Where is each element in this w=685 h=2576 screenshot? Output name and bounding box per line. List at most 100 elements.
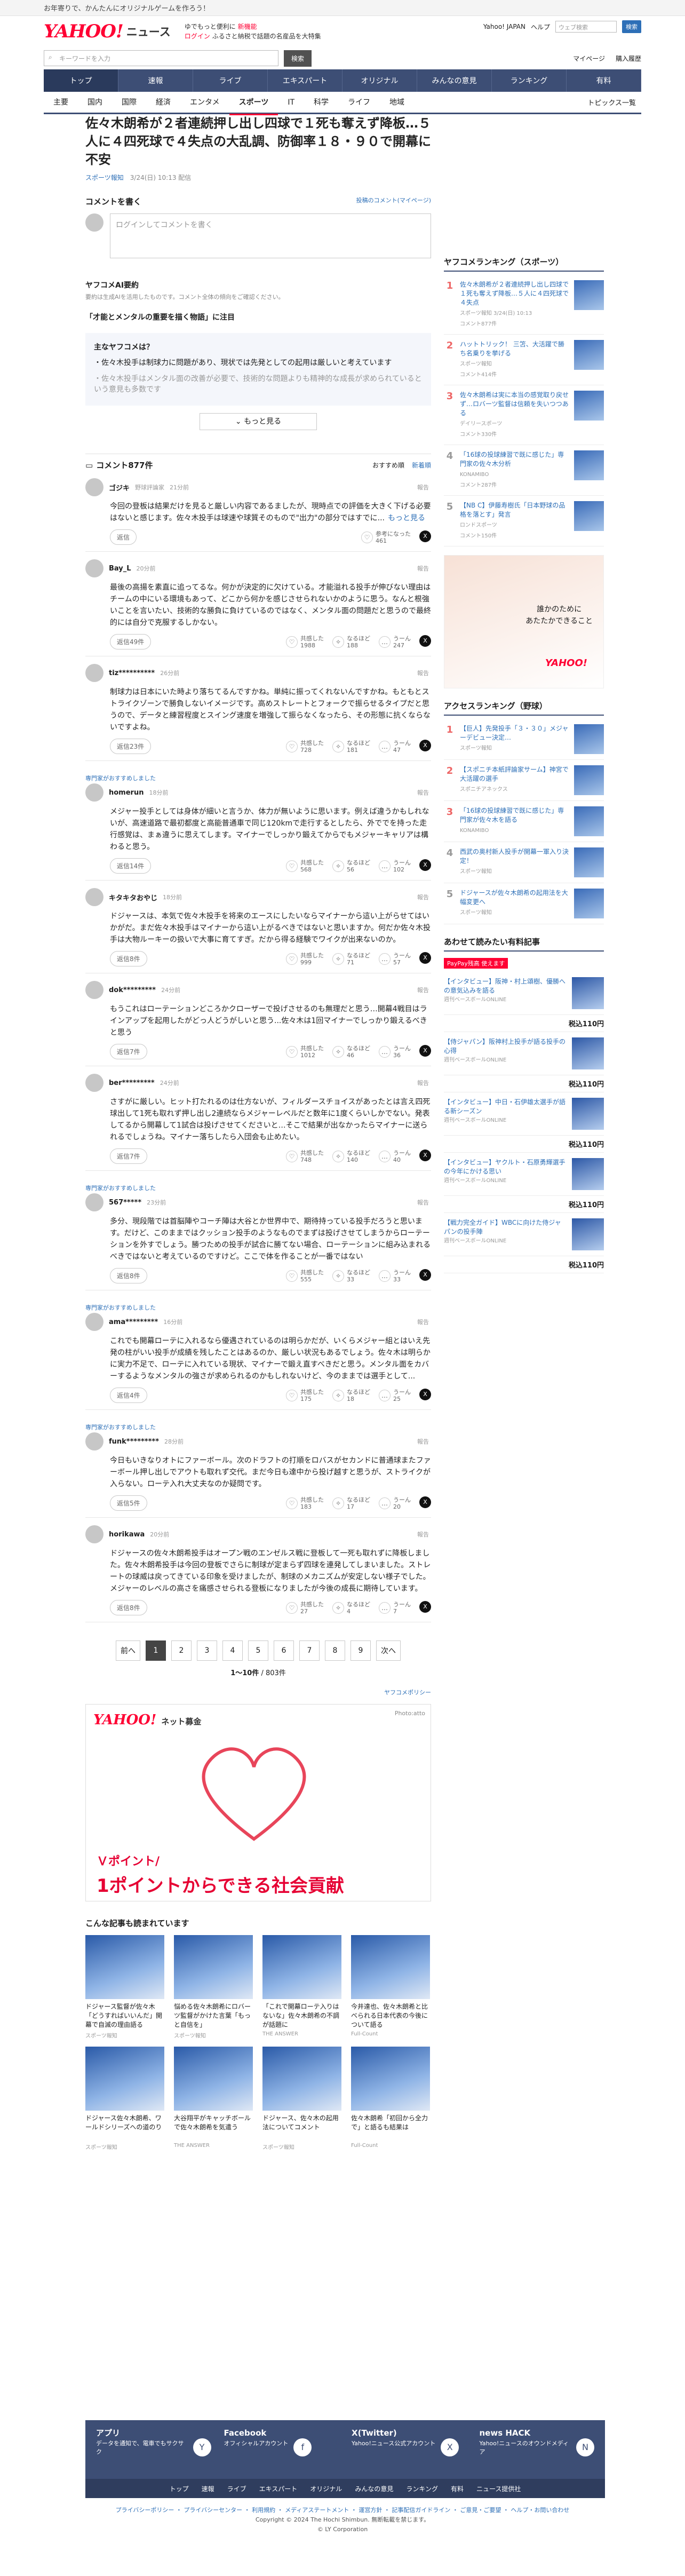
- vote-button[interactable]: ✧ なるほど 18: [332, 1389, 370, 1402]
- vote-button[interactable]: ♡ 共感した 183: [286, 1496, 324, 1510]
- vote-button[interactable]: … うーん 57: [379, 952, 411, 966]
- header-search-button[interactable]: 検索: [622, 20, 641, 33]
- commenter-name[interactable]: horikawa: [109, 1531, 145, 1539]
- footer-nav-item[interactable]: ライブ: [227, 2484, 246, 2493]
- x-share-icon[interactable]: X: [419, 1269, 431, 1281]
- recommended-article[interactable]: ドジャース佐々木朗希、ワールドシリーズへの道のり スポーツ報知: [85, 2047, 164, 2151]
- cat-science[interactable]: 科学: [304, 91, 338, 114]
- nav-expert[interactable]: エキスパート: [268, 69, 342, 92]
- paid-article[interactable]: 【戦力完全ガイド】WBCに向けた侍ジャパンの投手陣 週刊ベースボールONLINE: [444, 1213, 604, 1256]
- cat-domestic[interactable]: 国内: [78, 91, 112, 114]
- x-share-icon[interactable]: X: [419, 952, 431, 964]
- vote-button[interactable]: ♡ 共感した 999: [286, 952, 324, 966]
- report-button[interactable]: 報告: [417, 1079, 429, 1087]
- recommended-article[interactable]: 佐々木朗希「初回から全力で」と語るも結果は Full-Count: [351, 2047, 430, 2151]
- footer-app[interactable]: X(Twitter) Yahoo!ニュース公式アカウント X: [352, 2429, 467, 2470]
- vote-button[interactable]: … うーん 47: [379, 740, 411, 754]
- vote-button[interactable]: ✧ なるほど 56: [332, 859, 370, 873]
- prev-page-button[interactable]: 前へ: [116, 1640, 140, 1661]
- vote-button[interactable]: ✧ なるほど 17: [332, 1496, 370, 1510]
- x-share-icon[interactable]: X: [419, 1388, 431, 1400]
- reply-button[interactable]: 返信7件: [110, 1044, 147, 1059]
- article-title[interactable]: 佐々木朗希が２者連続押し出し四球で１死も奪えず降板…５人に４四死球で４失点の大乱…: [85, 114, 431, 169]
- footer-nav-item[interactable]: ニュース提供社: [476, 2484, 521, 2493]
- report-button[interactable]: 報告: [417, 893, 429, 901]
- cat-sports[interactable]: スポーツ: [229, 91, 278, 115]
- ranking-item[interactable]: 4 西武の奥村新人投手が開幕一軍入り決定！ スポーツ報知: [444, 842, 604, 883]
- vote-button[interactable]: ♡ 参考になった 461: [361, 530, 411, 544]
- paid-article[interactable]: 【インタビュー】阪神・村上頌樹、優勝への意気込みを語る 週刊ベースボールONLIN…: [444, 972, 604, 1015]
- vote-button[interactable]: ✧ なるほど 4: [332, 1601, 370, 1615]
- footer-nav-item[interactable]: 有料: [451, 2484, 464, 2493]
- report-button[interactable]: 報告: [417, 564, 429, 573]
- next-page-button[interactable]: 次へ: [376, 1640, 401, 1661]
- vote-button[interactable]: ✧ なるほど 140: [332, 1150, 370, 1163]
- reply-button[interactable]: 返信8件: [110, 951, 147, 966]
- reply-button[interactable]: 返信14件: [110, 858, 152, 874]
- report-button[interactable]: 報告: [417, 986, 429, 994]
- page-9[interactable]: 9: [351, 1640, 371, 1661]
- sort-recommended[interactable]: おすすめ順: [372, 461, 404, 470]
- article-source[interactable]: スポーツ報知: [85, 174, 124, 181]
- page-5[interactable]: 5: [248, 1640, 268, 1661]
- nav-breaking[interactable]: 速報: [118, 69, 193, 92]
- nav-top[interactable]: トップ: [44, 69, 118, 92]
- paid-article[interactable]: 【インタビュー】ヤクルト・石原勇輝選手の今年にかける思い 週刊ベースボールONLI…: [444, 1153, 604, 1196]
- page-7[interactable]: 7: [299, 1640, 320, 1661]
- x-share-icon[interactable]: X: [419, 1600, 431, 1613]
- nav-ranking[interactable]: ランキング: [492, 69, 567, 92]
- help-link[interactable]: ヘルプ: [531, 22, 550, 31]
- report-button[interactable]: 報告: [417, 788, 429, 797]
- commenter-name[interactable]: homerun: [109, 789, 144, 797]
- footer-app[interactable]: Facebook オフィシャルアカウント f: [224, 2429, 339, 2470]
- ranking-item[interactable]: 5 ドジャースが佐々木朗希の起用法を大幅変更へ スポーツ報知: [444, 883, 604, 924]
- report-button[interactable]: 報告: [417, 1198, 429, 1207]
- cat-local[interactable]: 地域: [380, 91, 414, 114]
- report-button[interactable]: 報告: [417, 483, 429, 492]
- footer-nav-item[interactable]: トップ: [170, 2484, 189, 2493]
- vote-button[interactable]: ♡ 共感した 1988: [286, 635, 324, 649]
- mypage-link[interactable]: マイページ: [573, 54, 605, 63]
- legal-links[interactable]: プライバシーポリシー ・ プライバシーセンター ・ 利用規約 ・ メディアステー…: [0, 2506, 685, 2515]
- ranking-item[interactable]: 5 【NB C】伊藤寿樹氏「日本野球の品格を落とす」発言 ロンドスポーツ コメント15…: [444, 496, 604, 546]
- header-search-input[interactable]: ウェブ検索: [555, 21, 617, 33]
- commenter-name[interactable]: tiz**********: [109, 669, 155, 677]
- search-input[interactable]: ⌕ キーワードを入力: [44, 50, 278, 66]
- recommended-article[interactable]: 悩める佐々木朗希にロバーツ監督がかけた言葉「もっと自信を」 スポーツ報知: [174, 1935, 253, 2039]
- cat-world[interactable]: 国際: [112, 91, 146, 114]
- ranking-item[interactable]: 3 「16球の投球練習で既に感じた」専門家が佐々木を語る KONAMIBO: [444, 801, 604, 842]
- commenter-name[interactable]: ama*********: [109, 1318, 158, 1326]
- ai-more-button[interactable]: ⌄ もっと見る: [200, 413, 317, 430]
- read-more-link[interactable]: もっと見る: [388, 514, 425, 522]
- page-1[interactable]: 1: [146, 1640, 166, 1661]
- footer-app[interactable]: news HACK Yahoo!ニュースのオウンドメディア N: [480, 2429, 594, 2470]
- reply-button[interactable]: 返信5件: [110, 1495, 147, 1511]
- vote-button[interactable]: … うーん 20: [379, 1496, 411, 1510]
- vote-button[interactable]: ♡ 共感した 748: [286, 1150, 324, 1163]
- ranking-item[interactable]: 1 佐々木朗希が２者連続押し出し四球で１死も奪えず降板…５人に４四死球で４失点 スポ…: [444, 275, 604, 335]
- footer-nav-item[interactable]: 速報: [202, 2484, 214, 2493]
- reply-button[interactable]: 返信49件: [110, 634, 152, 649]
- vote-button[interactable]: ✧ なるほど 46: [332, 1045, 370, 1059]
- ranking-item[interactable]: 4 「16球の投球練習で既に感じた」専門家の佐々木分析 KONAMIBO コメント28…: [444, 445, 604, 496]
- page-6[interactable]: 6: [274, 1640, 294, 1661]
- vote-button[interactable]: … うーん 247: [379, 635, 411, 649]
- cat-economy[interactable]: 経済: [146, 91, 180, 114]
- yahoo-logo[interactable]: YAHOO!: [44, 21, 124, 42]
- commenter-name[interactable]: funk*********: [109, 1438, 159, 1446]
- footer-nav-item[interactable]: エキスパート: [259, 2484, 298, 2493]
- header-link-2[interactable]: 新機能: [238, 23, 257, 30]
- recommended-article[interactable]: 今井達也、佐々木朗希と比べられる日本代表の今後について語る Full-Count: [351, 1935, 430, 2039]
- commenter-name[interactable]: Bay_L: [109, 565, 131, 573]
- x-share-icon[interactable]: X: [419, 739, 431, 751]
- reply-button[interactable]: 返信8件: [110, 1268, 147, 1283]
- cat-life[interactable]: ライフ: [338, 91, 380, 114]
- commenter-name[interactable]: dok*********: [109, 986, 156, 994]
- vote-button[interactable]: ♡ 共感した 175: [286, 1389, 324, 1402]
- page-4[interactable]: 4: [222, 1640, 243, 1661]
- cat-main[interactable]: 主要: [44, 91, 78, 114]
- footer-nav-item[interactable]: オリジナル: [310, 2484, 342, 2493]
- ranking-item[interactable]: 2 ハットトリック！ 三笘、大活躍で勝ち名乗りを挙げる スポーツ報知 コメント414件: [444, 335, 604, 385]
- donation-ad[interactable]: YAHOO! ネット募金 Photo:atto Ｖポイント/ 1ポイントからでき…: [85, 1704, 431, 1901]
- topics-list-link[interactable]: トピックス一覧: [587, 97, 641, 107]
